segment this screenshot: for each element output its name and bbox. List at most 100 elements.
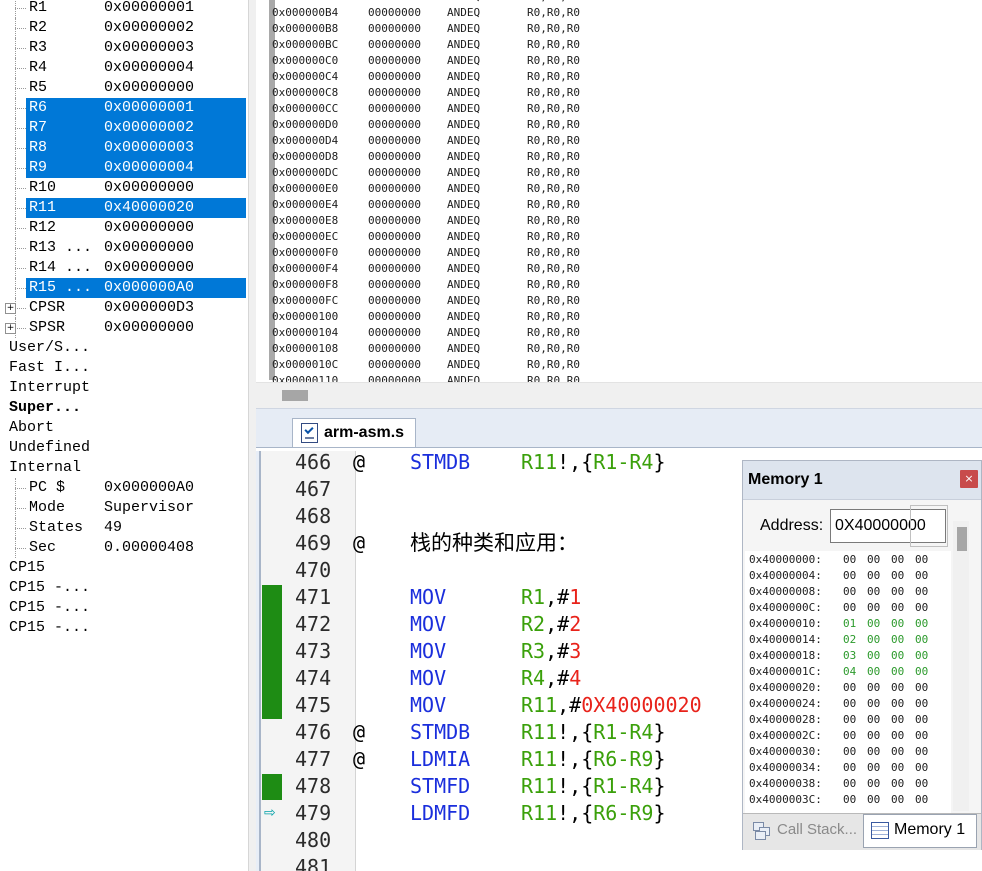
scrollbar-thumb[interactable]	[957, 527, 967, 551]
memory-byte[interactable]: 00	[867, 552, 880, 568]
memory-byte[interactable]: 00	[891, 760, 904, 776]
memory-byte[interactable]: 00	[915, 600, 928, 616]
memory-byte[interactable]: 00	[891, 744, 904, 760]
memory-byte[interactable]: 00	[843, 792, 856, 808]
register-row[interactable]: Abort	[0, 418, 248, 438]
expand-icon[interactable]: +	[5, 323, 16, 334]
memory-byte[interactable]: 00	[867, 696, 880, 712]
memory-titlebar[interactable]: Memory 1 ×	[743, 461, 981, 500]
memory-byte[interactable]: 00	[915, 792, 928, 808]
memory-byte[interactable]: 00	[915, 712, 928, 728]
memory-byte[interactable]: 00	[867, 776, 880, 792]
memory-byte[interactable]: 00	[915, 760, 928, 776]
memory-byte[interactable]: 00	[843, 552, 856, 568]
register-row[interactable]: Super...	[0, 398, 248, 418]
memory-byte[interactable]: 00	[915, 776, 928, 792]
disassembly-horizontal-scrollbar[interactable]	[256, 382, 982, 409]
memory-byte[interactable]: 00	[843, 696, 856, 712]
register-row[interactable]: Interrupt	[0, 378, 248, 398]
memory-byte[interactable]: 00	[891, 680, 904, 696]
memory-byte[interactable]: 00	[867, 712, 880, 728]
register-row[interactable]: Sec 0.00000408	[0, 538, 248, 558]
memory-byte[interactable]: 00	[891, 552, 904, 568]
memory-byte[interactable]: 00	[843, 568, 856, 584]
tab-call-stack[interactable]: Call Stack...	[747, 816, 859, 844]
memory-byte[interactable]: 00	[915, 584, 928, 600]
memory-byte[interactable]: 00	[915, 552, 928, 568]
memory-byte[interactable]: 00	[915, 664, 928, 680]
memory-byte[interactable]: 00	[915, 696, 928, 712]
close-icon[interactable]: ×	[960, 470, 978, 488]
memory-byte[interactable]: 01	[843, 616, 856, 632]
register-row[interactable]: R1 0x00000001	[0, 0, 248, 18]
register-row[interactable]: R2 0x00000002	[0, 18, 248, 38]
memory-byte[interactable]: 00	[867, 632, 880, 648]
memory-byte[interactable]: 00	[843, 584, 856, 600]
register-row[interactable]: + CPSR 0x000000D3	[0, 298, 248, 318]
memory-byte[interactable]: 00	[915, 728, 928, 744]
memory-byte[interactable]: 00	[915, 648, 928, 664]
memory-byte[interactable]: 00	[915, 744, 928, 760]
register-row[interactable]: R13 ... 0x00000000	[0, 238, 248, 258]
memory-byte[interactable]: 00	[891, 792, 904, 808]
tab-arm-asm-s[interactable]: arm-asm.s	[292, 418, 416, 449]
memory-byte[interactable]: 00	[915, 616, 928, 632]
memory-byte[interactable]: 04	[843, 664, 856, 680]
register-row[interactable]: CP15	[0, 558, 248, 578]
memory-byte[interactable]: 00	[843, 760, 856, 776]
register-row[interactable]: Mode Supervisor	[0, 498, 248, 518]
register-row[interactable]: R6 0x00000001	[0, 98, 248, 118]
memory-byte[interactable]: 02	[843, 632, 856, 648]
memory-byte[interactable]: 00	[891, 728, 904, 744]
memory-hex-view[interactable]: 0x40000000: 00 00 00 00 0x40000004: 00 00 00 00 0x…	[745, 551, 951, 813]
code-line[interactable]: 481	[261, 854, 982, 871]
memory-byte[interactable]: 00	[891, 584, 904, 600]
memory-byte[interactable]: 00	[891, 568, 904, 584]
register-row[interactable]: R8 0x00000003	[0, 138, 248, 158]
register-row[interactable]: User/S...	[0, 338, 248, 358]
memory-byte[interactable]: 00	[891, 648, 904, 664]
memory-byte[interactable]: 00	[843, 680, 856, 696]
register-row[interactable]: R3 0x00000003	[0, 38, 248, 58]
address-input[interactable]: 0X40000000	[830, 509, 946, 543]
memory-byte[interactable]: 00	[867, 584, 880, 600]
memory-byte[interactable]: 00	[891, 696, 904, 712]
memory-byte[interactable]: 00	[867, 616, 880, 632]
memory-vertical-scrollbar[interactable]	[953, 521, 969, 811]
register-row[interactable]: R10 0x00000000	[0, 178, 248, 198]
register-row[interactable]: Internal	[0, 458, 248, 478]
memory-byte[interactable]: 00	[867, 680, 880, 696]
register-row[interactable]: R11 0x40000020	[0, 198, 248, 218]
register-row[interactable]: States 49	[0, 518, 248, 538]
memory-byte[interactable]: 00	[915, 632, 928, 648]
memory-byte[interactable]: 00	[891, 632, 904, 648]
memory-byte[interactable]: 00	[891, 712, 904, 728]
memory-byte[interactable]: 00	[867, 568, 880, 584]
memory-byte[interactable]: 00	[843, 744, 856, 760]
memory-byte[interactable]: 03	[843, 648, 856, 664]
memory-byte[interactable]: 00	[843, 600, 856, 616]
register-row[interactable]: R9 0x00000004	[0, 158, 248, 178]
expand-icon[interactable]: +	[5, 303, 16, 314]
memory-byte[interactable]: 00	[915, 680, 928, 696]
memory-byte[interactable]: 00	[891, 776, 904, 792]
register-row[interactable]: R5 0x00000000	[0, 78, 248, 98]
memory-byte[interactable]: 00	[867, 728, 880, 744]
memory-byte[interactable]: 00	[891, 600, 904, 616]
memory-byte[interactable]: 00	[891, 664, 904, 680]
memory-byte[interactable]: 00	[867, 664, 880, 680]
memory-byte[interactable]: 00	[843, 776, 856, 792]
register-row[interactable]: R7 0x00000002	[0, 118, 248, 138]
register-row[interactable]: R4 0x00000004	[0, 58, 248, 78]
memory-byte[interactable]: 00	[867, 648, 880, 664]
scrollbar-thumb[interactable]	[282, 390, 308, 401]
register-row[interactable]: R15 ... 0x000000A0	[0, 278, 248, 298]
register-row[interactable]: CP15 -...	[0, 618, 248, 638]
register-row[interactable]: + SPSR 0x00000000	[0, 318, 248, 338]
memory-byte[interactable]: 00	[915, 568, 928, 584]
register-row[interactable]: CP15 -...	[0, 598, 248, 618]
memory-byte[interactable]: 00	[867, 744, 880, 760]
memory-byte[interactable]: 00	[843, 728, 856, 744]
register-row[interactable]: Undefined	[0, 438, 248, 458]
register-row[interactable]: Fast I...	[0, 358, 248, 378]
